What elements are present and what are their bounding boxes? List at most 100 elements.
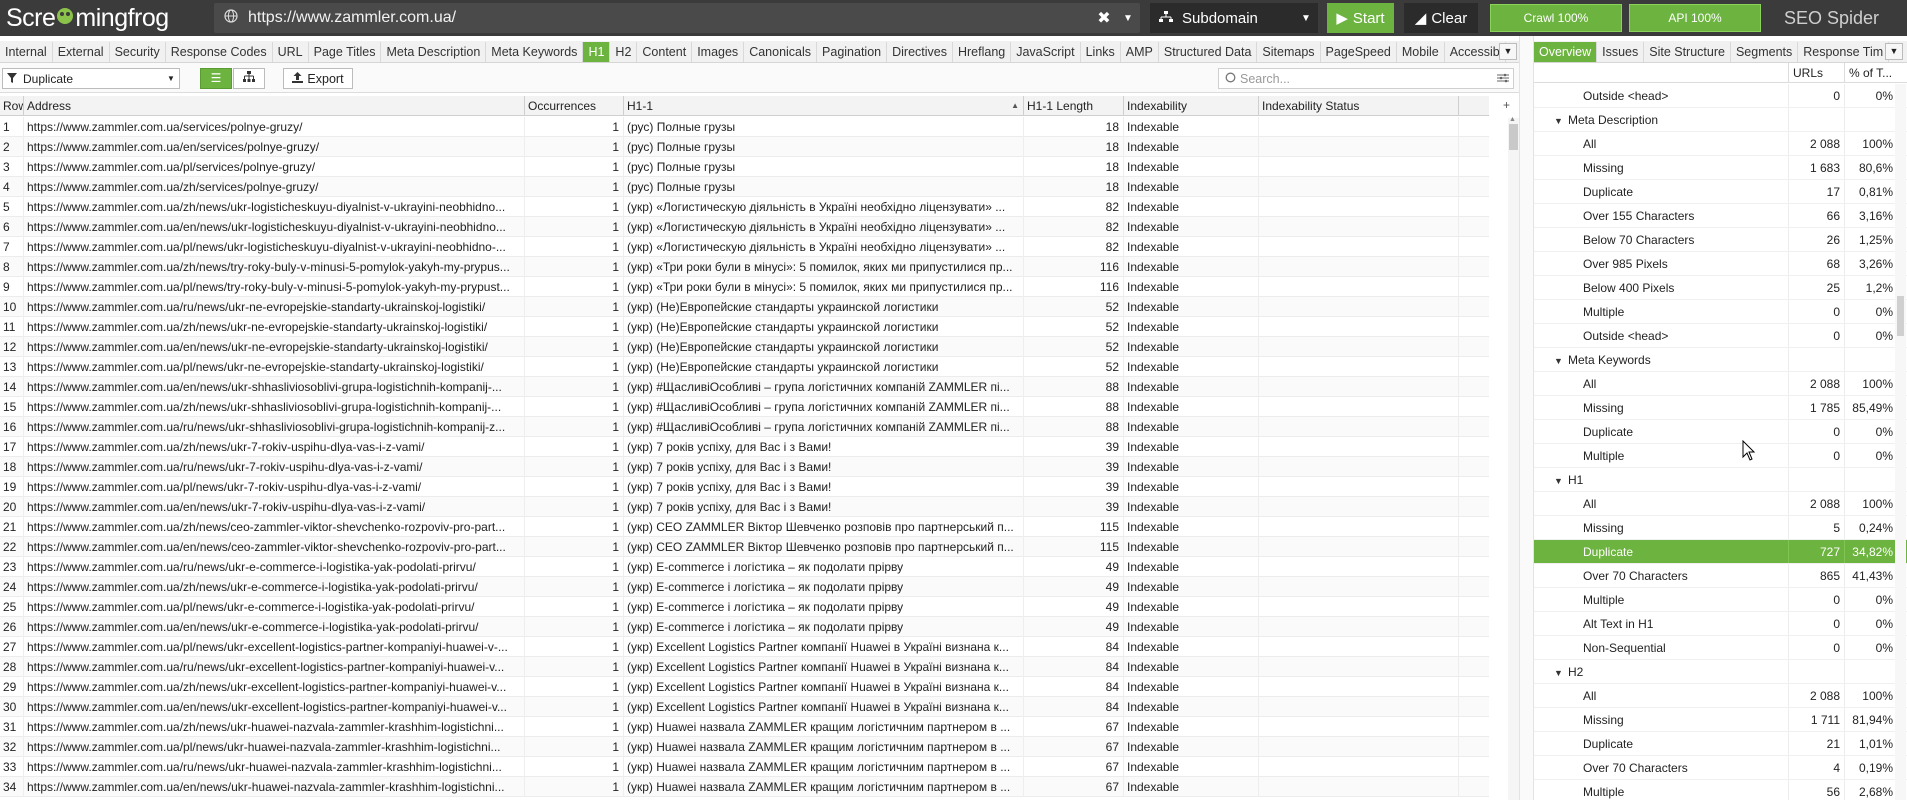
scrollbar-thumb[interactable] bbox=[1509, 124, 1518, 150]
overview-item-missing[interactable]: Missing 1 683 80,6% bbox=[1534, 156, 1907, 180]
overview-item-all[interactable]: All 2 088 100% bbox=[1534, 684, 1907, 708]
tree-view-button[interactable] bbox=[233, 68, 265, 89]
url-input[interactable]: https://www.zammler.com.ua/ bbox=[248, 9, 1092, 27]
tab-amp[interactable]: AMP bbox=[1121, 41, 1159, 62]
overview-item-duplicate[interactable]: Duplicate 727 34,82% bbox=[1534, 540, 1907, 564]
table-row[interactable]: 31 https://www.zammler.com.ua/zh/news/ukr… bbox=[0, 717, 1489, 737]
clear-url-icon[interactable]: ✖ bbox=[1092, 8, 1116, 28]
table-row[interactable]: 21 https://www.zammler.com.ua/zh/news/ceo… bbox=[0, 517, 1489, 537]
table-row[interactable]: 33 https://www.zammler.com.ua/ru/news/ukr… bbox=[0, 757, 1489, 777]
tabs-overflow-icon[interactable]: ▼ bbox=[1499, 43, 1517, 60]
url-bar[interactable]: https://www.zammler.com.ua/ ✖ ▼ bbox=[214, 3, 1140, 33]
table-row[interactable]: 9 https://www.zammler.com.ua/pl/news/try-… bbox=[0, 277, 1489, 297]
table-row[interactable]: 30 https://www.zammler.com.ua/en/news/ukr… bbox=[0, 697, 1489, 717]
column-header-h1[interactable]: H1-1 ▲ bbox=[624, 96, 1024, 116]
list-view-button[interactable]: ☰ bbox=[200, 68, 232, 89]
overview-group-meta-description[interactable]: ▼ Meta Description bbox=[1534, 108, 1907, 132]
overview-item-duplicate[interactable]: Duplicate 21 1,01% bbox=[1534, 732, 1907, 756]
overview-item-outside-head[interactable]: Outside <head> 0 0% bbox=[1534, 324, 1907, 348]
expand-toggle-icon[interactable]: ▼ bbox=[1554, 109, 1568, 131]
right-tab-issues[interactable]: Issues bbox=[1597, 41, 1645, 62]
table-row[interactable]: 23 https://www.zammler.com.ua/ru/news/ukr… bbox=[0, 557, 1489, 577]
table-row[interactable]: 27 https://www.zammler.com.ua/pl/news/ukr… bbox=[0, 637, 1489, 657]
table-row[interactable]: 28 https://www.zammler.com.ua/ru/news/ukr… bbox=[0, 657, 1489, 677]
table-row[interactable]: 3 https://www.zammler.com.ua/pl/services/… bbox=[0, 157, 1489, 177]
add-column-icon[interactable]: + bbox=[1503, 98, 1510, 112]
panel-splitter[interactable] bbox=[1519, 36, 1534, 800]
expand-toggle-icon[interactable]: ▼ bbox=[1554, 661, 1568, 683]
right-tab-overview[interactable]: Overview bbox=[1534, 41, 1598, 62]
expand-toggle-icon[interactable]: ▼ bbox=[1554, 349, 1568, 371]
table-row[interactable]: 6 https://www.zammler.com.ua/en/news/ukr-… bbox=[0, 217, 1489, 237]
table-row[interactable]: 8 https://www.zammler.com.ua/zh/news/try-… bbox=[0, 257, 1489, 277]
tab-internal[interactable]: Internal bbox=[0, 41, 53, 62]
overview-item-all[interactable]: All 2 088 100% bbox=[1534, 132, 1907, 156]
tab-canonicals[interactable]: Canonicals bbox=[744, 41, 818, 62]
tab-pagespeed[interactable]: PageSpeed bbox=[1321, 41, 1397, 62]
tab-page-titles[interactable]: Page Titles bbox=[309, 41, 382, 62]
overview-item-all[interactable]: All 2 088 100% bbox=[1534, 492, 1907, 516]
column-header-occurrences[interactable]: Occurrences bbox=[525, 96, 624, 116]
export-button[interactable]: Export bbox=[283, 68, 353, 89]
overview-group-h2[interactable]: ▼ H2 bbox=[1534, 660, 1907, 684]
api-progress-button[interactable]: API 100% bbox=[1629, 4, 1761, 32]
table-row[interactable]: 18 https://www.zammler.com.ua/ru/news/ukr… bbox=[0, 457, 1489, 477]
overview-item-missing[interactable]: Missing 1 785 85,49% bbox=[1534, 396, 1907, 420]
overview-scrollbar[interactable] bbox=[1895, 84, 1906, 800]
tab-sitemaps[interactable]: Sitemaps bbox=[1257, 41, 1321, 62]
table-row[interactable]: 25 https://www.zammler.com.ua/pl/news/ukr… bbox=[0, 597, 1489, 617]
tab-directives[interactable]: Directives bbox=[887, 41, 953, 62]
url-history-dropdown-icon[interactable]: ▼ bbox=[1116, 13, 1140, 24]
start-button[interactable]: ▶ Start bbox=[1327, 3, 1394, 33]
right-tab-response-tim[interactable]: Response Tim bbox=[1798, 41, 1890, 62]
right-tab-segments[interactable]: Segments bbox=[1731, 41, 1799, 62]
overview-item-over-70-characters[interactable]: Over 70 Characters 4 0,19% bbox=[1534, 756, 1907, 780]
tab-url[interactable]: URL bbox=[273, 41, 309, 62]
column-header-address[interactable]: Address bbox=[24, 96, 525, 116]
table-row[interactable]: 32 https://www.zammler.com.ua/pl/news/ukr… bbox=[0, 737, 1489, 757]
table-row[interactable]: 17 https://www.zammler.com.ua/zh/news/ukr… bbox=[0, 437, 1489, 457]
overview-item-missing[interactable]: Missing 5 0,24% bbox=[1534, 516, 1907, 540]
table-row[interactable]: 2 https://www.zammler.com.ua/en/services/… bbox=[0, 137, 1489, 157]
table-row[interactable]: 4 https://www.zammler.com.ua/zh/services/… bbox=[0, 177, 1489, 197]
tab-h2[interactable]: H2 bbox=[610, 41, 638, 62]
scrollbar-thumb[interactable] bbox=[1897, 296, 1904, 336]
table-row[interactable]: 10 https://www.zammler.com.ua/ru/news/ukr… bbox=[0, 297, 1489, 317]
tab-structured-data[interactable]: Structured Data bbox=[1159, 41, 1258, 62]
crawl-progress-button[interactable]: Crawl 100% bbox=[1490, 4, 1622, 32]
column-header-h1-length[interactable]: H1-1 Length bbox=[1024, 96, 1124, 116]
overview-header-urls[interactable]: URLs bbox=[1788, 63, 1844, 82]
overview-item-duplicate[interactable]: Duplicate 17 0,81% bbox=[1534, 180, 1907, 204]
crawl-mode-select[interactable]: Subdomain ▼ bbox=[1150, 3, 1318, 33]
tab-content[interactable]: Content bbox=[637, 41, 693, 62]
tab-security[interactable]: Security bbox=[110, 41, 166, 62]
table-row[interactable]: 19 https://www.zammler.com.ua/pl/news/ukr… bbox=[0, 477, 1489, 497]
overview-item-all[interactable]: All 2 088 100% bbox=[1534, 372, 1907, 396]
table-row[interactable]: 24 https://www.zammler.com.ua/zh/news/ukr… bbox=[0, 577, 1489, 597]
table-row[interactable]: 22 https://www.zammler.com.ua/en/news/ceo… bbox=[0, 537, 1489, 557]
table-row[interactable]: 29 https://www.zammler.com.ua/zh/news/ukr… bbox=[0, 677, 1489, 697]
tab-links[interactable]: Links bbox=[1081, 41, 1121, 62]
overview-item-missing[interactable]: Missing 1 711 81,94% bbox=[1534, 708, 1907, 732]
overview-header-percent[interactable]: % of T... bbox=[1844, 63, 1896, 82]
table-row[interactable]: 11 https://www.zammler.com.ua/zh/news/ukr… bbox=[0, 317, 1489, 337]
tab-javascript[interactable]: JavaScript bbox=[1011, 41, 1081, 62]
tab-hreflang[interactable]: Hreflang bbox=[953, 41, 1012, 62]
table-row[interactable]: 1 https://www.zammler.com.ua/services/pol… bbox=[0, 117, 1489, 137]
tab-response-codes[interactable]: Response Codes bbox=[166, 41, 273, 62]
tab-h1[interactable]: H1 bbox=[583, 41, 611, 62]
search-options-icon[interactable] bbox=[1493, 72, 1513, 86]
table-row[interactable]: 5 https://www.zammler.com.ua/zh/news/ukr-… bbox=[0, 197, 1489, 217]
table-row[interactable]: 12 https://www.zammler.com.ua/en/news/ukr… bbox=[0, 337, 1489, 357]
column-header-indexability-status[interactable]: Indexability Status bbox=[1259, 96, 1459, 116]
expand-toggle-icon[interactable]: ▼ bbox=[1554, 469, 1568, 491]
tab-meta-keywords[interactable]: Meta Keywords bbox=[486, 41, 584, 62]
tab-pagination[interactable]: Pagination bbox=[817, 41, 888, 62]
overview-group-h1[interactable]: ▼ H1 bbox=[1534, 468, 1907, 492]
column-header-row[interactable]: Row bbox=[0, 96, 24, 116]
overview-item-alt-text-in-h1[interactable]: Alt Text in H1 0 0% bbox=[1534, 612, 1907, 636]
tab-external[interactable]: External bbox=[53, 41, 110, 62]
table-row[interactable]: 16 https://www.zammler.com.ua/ru/news/ukr… bbox=[0, 417, 1489, 437]
right-tab-site-structure[interactable]: Site Structure bbox=[1644, 41, 1731, 62]
overview-item-over-155-characters[interactable]: Over 155 Characters 66 3,16% bbox=[1534, 204, 1907, 228]
